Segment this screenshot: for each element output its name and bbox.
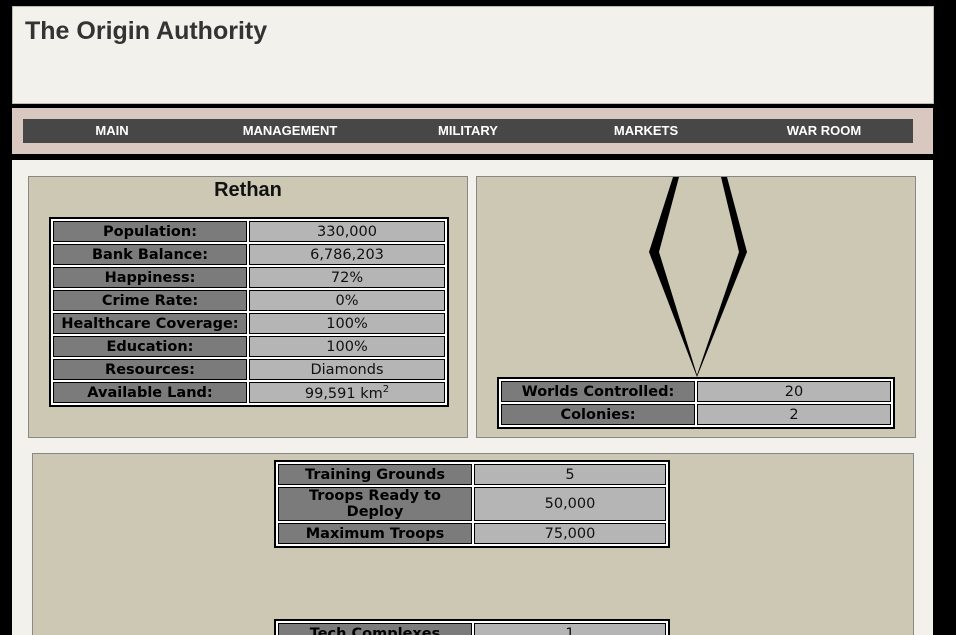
nation-stats-table: Population: 330,000 Bank Balance: 6,786,… xyxy=(49,217,449,407)
nav-item-main[interactable]: MAIN xyxy=(23,119,201,143)
stat-label: Healthcare Coverage: xyxy=(53,313,247,334)
military-stats-table: Training Grounds 5 Troops Ready to Deplo… xyxy=(274,460,670,548)
nation-name: Rethan xyxy=(214,179,282,201)
page: The Origin Authority MAIN MANAGEMENT MIL… xyxy=(0,0,956,635)
stat-label: Bank Balance: xyxy=(53,244,247,265)
empire-panel: Worlds Controlled: 20 Colonies: 2 xyxy=(476,176,916,438)
flag-emblem-icon xyxy=(649,177,747,377)
stat-value: 72% xyxy=(249,267,445,288)
stat-row-colonies: Colonies: 2 xyxy=(501,404,891,425)
stat-label: Colonies: xyxy=(501,404,695,425)
stat-value: 330,000 xyxy=(249,221,445,242)
stat-row-bank-balance: Bank Balance: 6,786,203 xyxy=(53,244,445,265)
military-panel: Training Grounds 5 Troops Ready to Deplo… xyxy=(32,453,914,635)
nav-item-management[interactable]: MANAGEMENT xyxy=(201,119,379,143)
stat-row-crime-rate: Crime Rate: 0% xyxy=(53,290,445,311)
land-unit-exponent: 2 xyxy=(382,383,390,395)
stat-value: 1 xyxy=(474,623,666,635)
stat-row-happiness: Happiness: 72% xyxy=(53,267,445,288)
stat-label: Resources: xyxy=(53,359,247,380)
nav-item-markets[interactable]: MARKETS xyxy=(557,119,735,143)
stat-value: 2 xyxy=(697,404,891,425)
stat-value: 5 xyxy=(474,464,666,485)
site-title: The Origin Authority xyxy=(25,17,268,45)
stat-row-education: Education: 100% xyxy=(53,336,445,357)
stat-label: Maximum Troops xyxy=(278,523,472,544)
stat-label: Crime Rate: xyxy=(53,290,247,311)
stat-label: Happiness: xyxy=(53,267,247,288)
stat-row-troops-ready: Troops Ready to Deploy 50,000 xyxy=(278,487,666,521)
stat-value: Diamonds xyxy=(249,359,445,380)
stat-row-training-grounds: Training Grounds 5 xyxy=(278,464,666,485)
stat-value: 99,591 km2 xyxy=(249,382,445,403)
stat-row-maximum-troops: Maximum Troops 75,000 xyxy=(278,523,666,544)
stat-label: Troops Ready to Deploy xyxy=(278,487,472,521)
stat-row-worlds-controlled: Worlds Controlled: 20 xyxy=(501,381,891,402)
stat-label: Training Grounds xyxy=(278,464,472,485)
tech-stats-table: Tech Complexes 1 xyxy=(274,619,670,635)
stat-label: Population: xyxy=(53,221,247,242)
stat-label: Available Land: xyxy=(53,382,247,403)
main-nav: MAIN MANAGEMENT MILITARY MARKETS WAR ROO… xyxy=(23,119,913,143)
site-header: The Origin Authority xyxy=(12,6,934,104)
stat-label: Education: xyxy=(53,336,247,357)
nav-wrapper: MAIN MANAGEMENT MILITARY MARKETS WAR ROO… xyxy=(12,108,933,154)
stat-row-healthcare: Healthcare Coverage: 100% xyxy=(53,313,445,334)
stat-value: 100% xyxy=(249,336,445,357)
stat-value: 100% xyxy=(249,313,445,334)
land-value: 99,591 km xyxy=(304,385,383,402)
nation-overview-panel: Rethan Population: 330,000 Bank Balance:… xyxy=(28,176,468,438)
stat-row-available-land: Available Land: 99,591 km2 xyxy=(53,382,445,403)
stat-value: 75,000 xyxy=(474,523,666,544)
main-content: Rethan Population: 330,000 Bank Balance:… xyxy=(12,160,933,635)
stat-value: 6,786,203 xyxy=(249,244,445,265)
stat-row-population: Population: 330,000 xyxy=(53,221,445,242)
stat-row-tech-complexes: Tech Complexes 1 xyxy=(278,623,666,635)
nav-item-military[interactable]: MILITARY xyxy=(379,119,557,143)
nav-item-war-room[interactable]: WAR ROOM xyxy=(735,119,913,143)
stat-row-resources: Resources: Diamonds xyxy=(53,359,445,380)
stat-label: Tech Complexes xyxy=(278,623,472,635)
stat-value: 0% xyxy=(249,290,445,311)
empire-stats-table: Worlds Controlled: 20 Colonies: 2 xyxy=(497,377,895,429)
stat-value: 20 xyxy=(697,381,891,402)
stat-label: Worlds Controlled: xyxy=(501,381,695,402)
stat-value: 50,000 xyxy=(474,487,666,521)
